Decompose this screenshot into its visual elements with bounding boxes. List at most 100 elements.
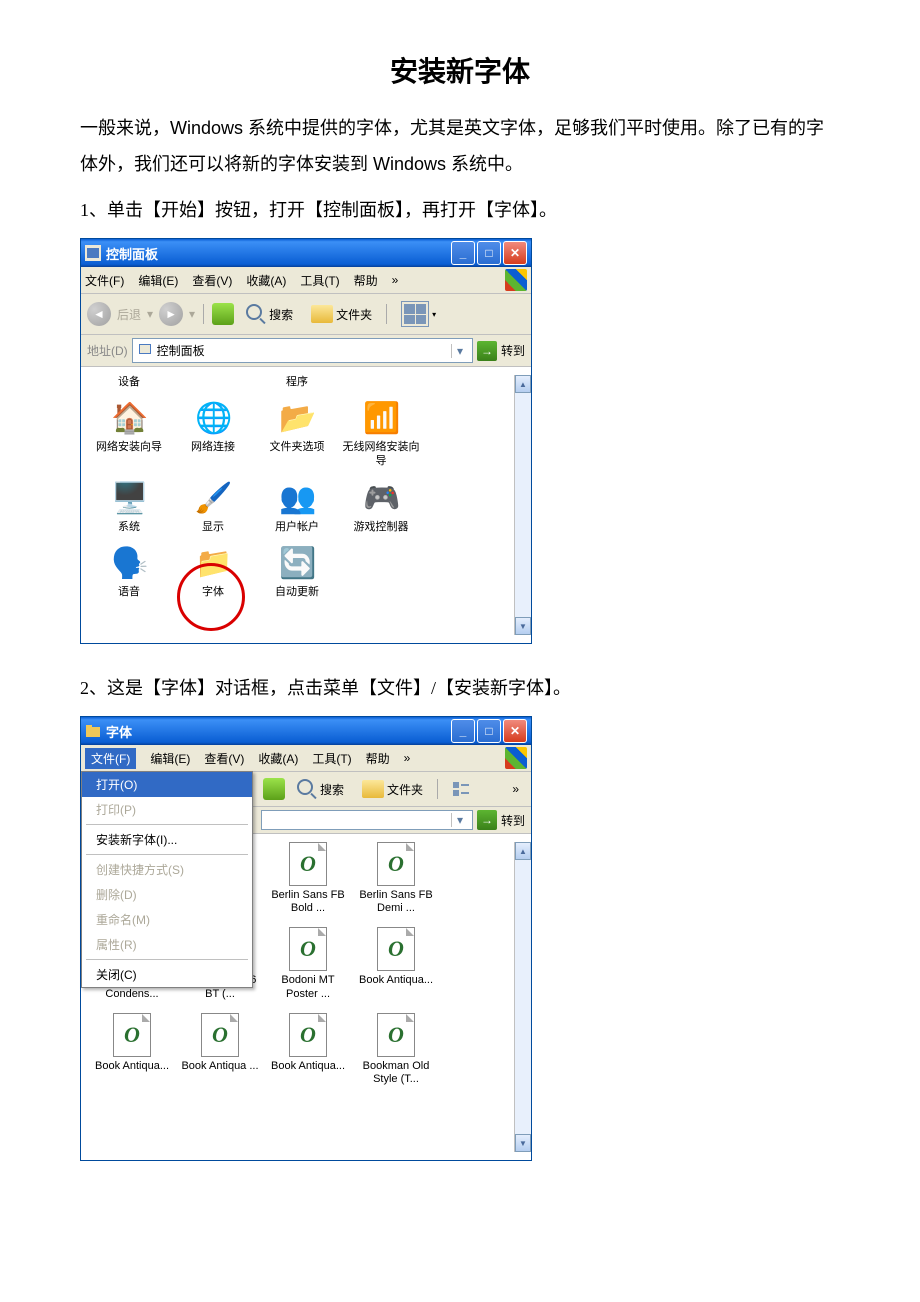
control-panel-item[interactable]: 🖥️系统 bbox=[89, 481, 169, 534]
scroll-down-icon[interactable]: ▼ bbox=[515, 1134, 531, 1152]
font-item[interactable]: OBook Antiqua... bbox=[265, 1013, 351, 1086]
control-panel-item[interactable]: 🏠网络安装向导 bbox=[89, 401, 169, 469]
folders-button[interactable]: 文件夹 bbox=[356, 777, 429, 801]
minimize-button[interactable]: _ bbox=[451, 241, 475, 265]
font-icon: O bbox=[289, 1013, 327, 1057]
go-label: 转到 bbox=[501, 812, 525, 829]
file-dropdown: 打开(O) 打印(P) 安装新字体(I)... 创建快捷方式(S) 删除(D) … bbox=[81, 771, 253, 988]
folders-button[interactable]: 文件夹 bbox=[305, 302, 378, 326]
menubar: 文件(F) 编辑(E) 查看(V) 收藏(A) 工具(T) 帮助 » bbox=[81, 267, 531, 294]
font-item[interactable]: OBookman Old Style (T... bbox=[353, 1013, 439, 1086]
item-label: 语音 bbox=[89, 585, 169, 599]
font-item[interactable]: OBerlin Sans FB Demi ... bbox=[353, 842, 439, 915]
views-button[interactable]: ▾ bbox=[395, 298, 442, 330]
menu-tools[interactable]: 工具(T) bbox=[312, 750, 351, 767]
control-panel-item[interactable]: 🖌️显示 bbox=[173, 481, 253, 534]
menu-more[interactable]: » bbox=[404, 751, 411, 765]
step-1: 1、单击【开始】按钮，打开【控制面板】，再打开【字体】。 bbox=[80, 192, 840, 228]
address-dropdown-icon[interactable]: ▾ bbox=[451, 344, 468, 358]
separator bbox=[437, 779, 438, 799]
font-label: Bodoni MT Poster ... bbox=[265, 974, 351, 1000]
address-input[interactable]: 控制面板 ▾ bbox=[132, 338, 473, 363]
close-button[interactable]: ✕ bbox=[503, 719, 527, 743]
scrollbar[interactable]: ▲ ▼ bbox=[514, 842, 531, 1152]
close-button[interactable]: ✕ bbox=[503, 241, 527, 265]
menu-view[interactable]: 查看(V) bbox=[192, 272, 232, 289]
back-button[interactable]: ◄ bbox=[87, 302, 111, 326]
fonts-window: 字体 _ □ ✕ 文件(F) 编辑(E) 查看(V) 收藏(A) 工具(T) 帮… bbox=[80, 716, 532, 1161]
item-label: 系统 bbox=[89, 520, 169, 534]
toolbar-more[interactable]: » bbox=[512, 782, 525, 796]
item-label: 游戏控制器 bbox=[341, 520, 421, 534]
menu-favorites[interactable]: 收藏(A) bbox=[258, 750, 298, 767]
item-label: 网络连接 bbox=[173, 440, 253, 454]
dd-open[interactable]: 打开(O) bbox=[82, 772, 252, 797]
app-icon bbox=[85, 245, 101, 261]
address-input[interactable]: ▾ bbox=[261, 810, 473, 830]
scroll-down-icon[interactable]: ▼ bbox=[515, 617, 531, 635]
menu-view[interactable]: 查看(V) bbox=[204, 750, 244, 767]
item-label: 用户帐户 bbox=[257, 520, 337, 534]
item-icon: 📂 bbox=[279, 401, 315, 437]
menu-file[interactable]: 文件(F) bbox=[85, 272, 124, 289]
font-icon: O bbox=[113, 1013, 151, 1057]
menu-edit[interactable]: 编辑(E) bbox=[138, 272, 178, 289]
control-panel-item[interactable]: 👥用户帐户 bbox=[257, 481, 337, 534]
menu-edit[interactable]: 编辑(E) bbox=[150, 750, 190, 767]
scroll-up-icon[interactable]: ▲ bbox=[515, 375, 531, 393]
maximize-button[interactable]: □ bbox=[477, 241, 501, 265]
views-button[interactable] bbox=[446, 778, 476, 800]
control-panel-item[interactable]: 🌐网络连接 bbox=[173, 401, 253, 469]
font-label: Berlin Sans FB Bold ... bbox=[265, 889, 351, 915]
control-panel-item[interactable]: 📶无线网络安装向导 bbox=[341, 401, 421, 469]
font-item[interactable]: OBerlin Sans FB Bold ... bbox=[265, 842, 351, 915]
titlebar[interactable]: 控制面板 _ □ ✕ bbox=[81, 239, 531, 267]
control-panel-item[interactable]: 🔄自动更新 bbox=[257, 546, 337, 599]
forward-button[interactable]: ► bbox=[159, 302, 183, 326]
search-button[interactable]: 搜索 bbox=[291, 776, 350, 802]
control-panel-item[interactable]: 🗣️ 语音 bbox=[89, 546, 169, 599]
folder-up-button[interactable] bbox=[263, 778, 285, 800]
back-chevron-icon: ▾ bbox=[147, 307, 153, 321]
menu-tools[interactable]: 工具(T) bbox=[300, 272, 339, 289]
scroll-up-icon[interactable]: ▲ bbox=[515, 842, 531, 860]
address-icon bbox=[137, 341, 153, 360]
control-panel-item[interactable]: 📂 文件夹选项 bbox=[257, 401, 337, 469]
font-icon: O bbox=[377, 1013, 415, 1057]
dd-close[interactable]: 关闭(C) bbox=[82, 962, 252, 987]
app-icon bbox=[85, 723, 101, 739]
dd-rename: 重命名(M) bbox=[82, 907, 252, 932]
font-item[interactable]: OBook Antiqua ... bbox=[177, 1013, 263, 1086]
views-icon bbox=[401, 301, 429, 327]
menu-help[interactable]: 帮助 bbox=[354, 272, 378, 289]
dd-separator bbox=[86, 824, 248, 825]
separator bbox=[203, 304, 204, 324]
address-dropdown-icon[interactable]: ▾ bbox=[451, 813, 468, 827]
window-title: 字体 bbox=[106, 722, 451, 741]
truncated-item bbox=[173, 375, 253, 389]
titlebar[interactable]: 字体 _ □ ✕ bbox=[81, 717, 531, 745]
minimize-button[interactable]: _ bbox=[451, 719, 475, 743]
menu-file[interactable]: 文件(F) bbox=[85, 748, 136, 769]
control-panel-item[interactable]: 🎮游戏控制器 bbox=[341, 481, 421, 534]
scrollbar[interactable]: ▲ ▼ bbox=[514, 375, 531, 635]
menu-help[interactable]: 帮助 bbox=[366, 750, 390, 767]
item-icon: 🏠 bbox=[111, 401, 147, 437]
menubar: 文件(F) 编辑(E) 查看(V) 收藏(A) 工具(T) 帮助 » 打开(O)… bbox=[81, 745, 531, 772]
font-icon: O bbox=[289, 927, 327, 971]
control-panel-window: 控制面板 _ □ ✕ 文件(F) 编辑(E) 查看(V) 收藏(A) 工具(T)… bbox=[80, 238, 532, 644]
item-icon: 🗣️ bbox=[111, 546, 147, 582]
folder-up-button[interactable] bbox=[212, 303, 234, 325]
menu-more[interactable]: » bbox=[392, 273, 399, 287]
go-button[interactable]: → bbox=[477, 810, 497, 830]
font-item[interactable]: OBook Antiqua... bbox=[353, 927, 439, 1000]
go-button[interactable]: → bbox=[477, 341, 497, 361]
dd-install-font[interactable]: 安装新字体(I)... bbox=[82, 827, 252, 852]
maximize-button[interactable]: □ bbox=[477, 719, 501, 743]
search-button[interactable]: 搜索 bbox=[240, 301, 299, 327]
item-label: 文件夹选项 bbox=[257, 440, 337, 454]
menu-favorites[interactable]: 收藏(A) bbox=[246, 272, 286, 289]
dd-print: 打印(P) bbox=[82, 797, 252, 822]
font-item[interactable]: O Bodoni MT Poster ... bbox=[265, 927, 351, 1000]
font-item[interactable]: OBook Antiqua... bbox=[89, 1013, 175, 1086]
